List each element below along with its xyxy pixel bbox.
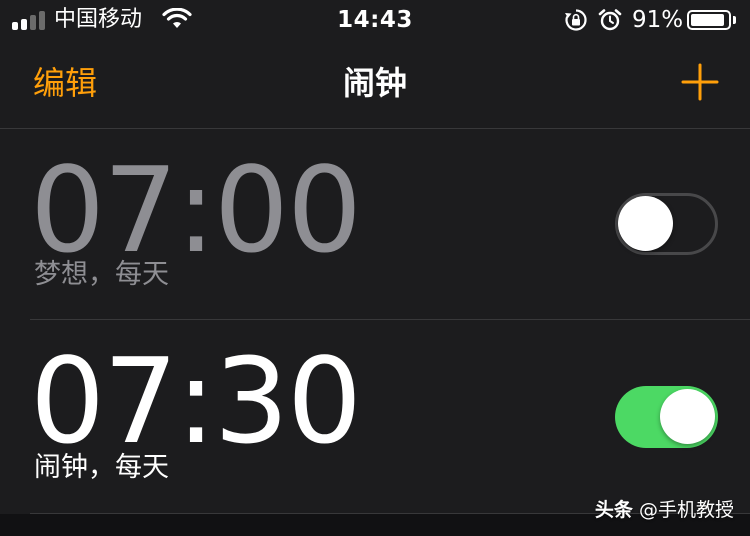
alarm-time: 07:00 (30, 141, 362, 279)
status-bar: 中国移动 14:43 91% (0, 0, 750, 40)
battery-percent: 91% (632, 7, 684, 33)
navigation-bar: 编辑 闹钟 (0, 40, 750, 128)
battery-fill (691, 14, 724, 26)
plus-icon (681, 63, 719, 101)
watermark-handle: @手机教授 (638, 499, 734, 521)
orientation-lock-icon (564, 8, 588, 36)
watermark-source: 头条 (594, 499, 633, 521)
toggle-knob (618, 196, 673, 251)
alarm-label: 梦想，每天 (34, 259, 169, 290)
alarm-toggle[interactable] (615, 193, 718, 255)
battery-cap (733, 16, 736, 24)
battery-icon (687, 10, 731, 30)
alarm-label: 闹钟，每天 (34, 452, 169, 483)
alarm-icon (598, 8, 622, 36)
watermark: 头条 @手机教授 (595, 497, 734, 523)
alarm-row[interactable]: 07:30 闹钟，每天 (0, 320, 750, 513)
add-alarm-button[interactable] (680, 62, 720, 102)
alarm-toggle[interactable] (615, 386, 718, 448)
page-title: 闹钟 (342, 64, 407, 102)
alarm-row[interactable]: 07:00 梦想，每天 (0, 129, 750, 319)
toggle-knob (660, 389, 715, 444)
alarm-time: 07:30 (30, 332, 362, 470)
